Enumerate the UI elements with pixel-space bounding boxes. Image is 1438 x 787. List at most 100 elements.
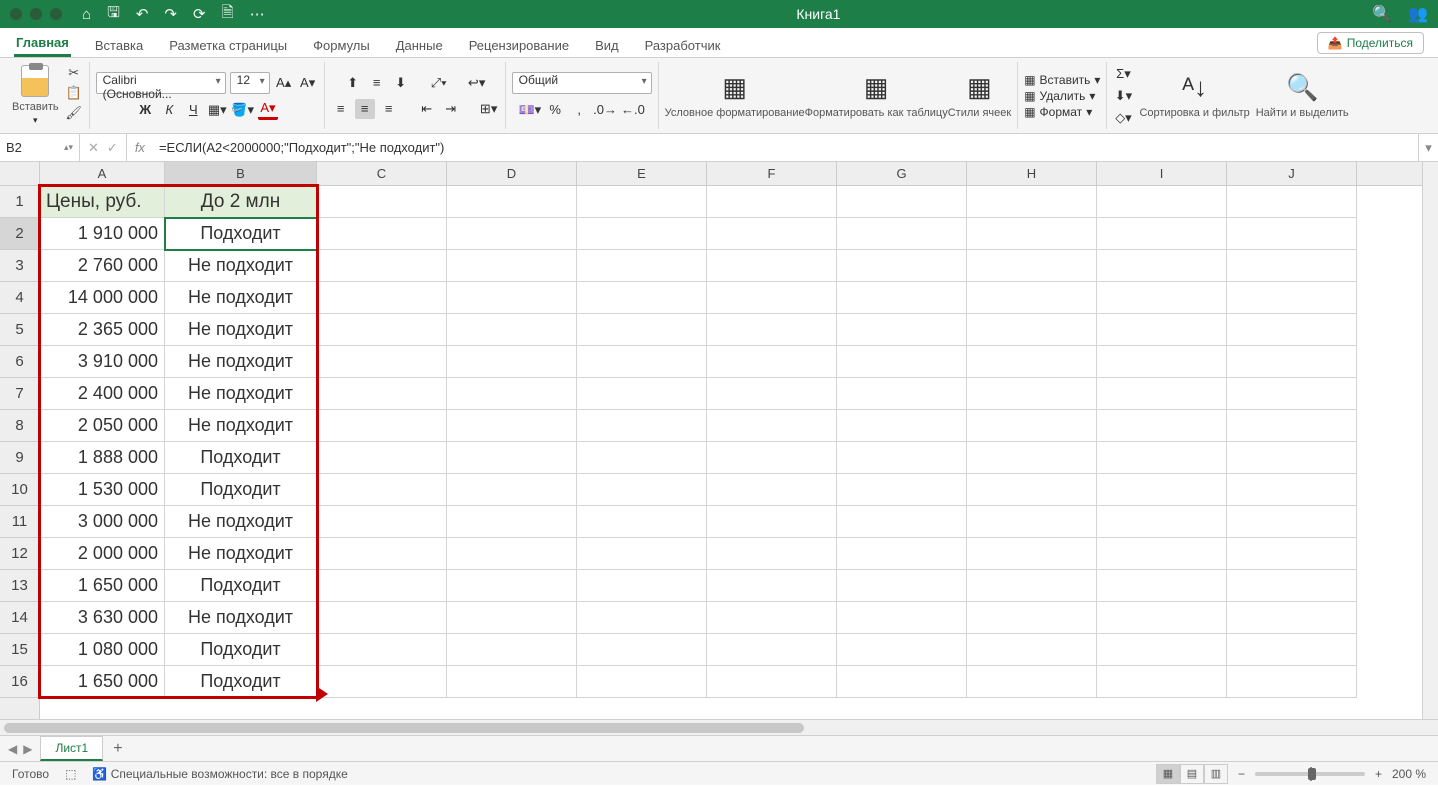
cell-A13[interactable]: 1 650 000 xyxy=(40,570,165,602)
sheet-prev-icon[interactable]: ◀ xyxy=(8,742,17,756)
more-icon[interactable]: ⋯ xyxy=(250,5,265,23)
tab-developer[interactable]: Разработчик xyxy=(643,32,723,57)
col-header-F[interactable]: F xyxy=(707,162,837,185)
row-header-8[interactable]: 8 xyxy=(0,410,39,442)
zoom-out-icon[interactable]: − xyxy=(1238,767,1245,781)
cell-A12[interactable]: 2 000 000 xyxy=(40,538,165,570)
cell-A15[interactable]: 1 080 000 xyxy=(40,634,165,666)
select-all-corner[interactable] xyxy=(0,162,40,186)
cell-I4[interactable] xyxy=(1097,282,1227,314)
cell-C1[interactable] xyxy=(317,186,447,218)
col-header-D[interactable]: D xyxy=(447,162,577,185)
cell-C15[interactable] xyxy=(317,634,447,666)
name-box[interactable]: B2▴▾ xyxy=(0,134,80,161)
cell-D10[interactable] xyxy=(447,474,577,506)
cell-J11[interactable] xyxy=(1227,506,1357,538)
cell-J4[interactable] xyxy=(1227,282,1357,314)
page-break-icon[interactable]: ▥ xyxy=(1204,764,1228,784)
cell-B13[interactable]: Подходит xyxy=(165,570,317,602)
row-header-3[interactable]: 3 xyxy=(0,250,39,282)
row-header-12[interactable]: 12 xyxy=(0,538,39,570)
cell-C9[interactable] xyxy=(317,442,447,474)
cell-F5[interactable] xyxy=(707,314,837,346)
row-header-5[interactable]: 5 xyxy=(0,314,39,346)
cell-H8[interactable] xyxy=(967,410,1097,442)
tab-insert[interactable]: Вставка xyxy=(93,32,145,57)
format-cells-button[interactable]: ▦ Формат ▾ xyxy=(1024,105,1100,119)
share-icon[interactable]: 👥 xyxy=(1408,4,1428,24)
cell-D1[interactable] xyxy=(447,186,577,218)
cell-E9[interactable] xyxy=(577,442,707,474)
cell-B8[interactable]: Не подходит xyxy=(165,410,317,442)
col-header-J[interactable]: J xyxy=(1227,162,1357,185)
cell-D14[interactable] xyxy=(447,602,577,634)
cell-J10[interactable] xyxy=(1227,474,1357,506)
cell-I2[interactable] xyxy=(1097,218,1227,250)
cell-G13[interactable] xyxy=(837,570,967,602)
cell-F11[interactable] xyxy=(707,506,837,538)
cell-I8[interactable] xyxy=(1097,410,1227,442)
close-dot[interactable] xyxy=(10,8,22,20)
cell-J3[interactable] xyxy=(1227,250,1357,282)
cell-D4[interactable] xyxy=(447,282,577,314)
cell-B9[interactable]: Подходит xyxy=(165,442,317,474)
horizontal-scrollbar[interactable] xyxy=(0,719,1438,735)
macro-icon[interactable]: ⬚ xyxy=(65,767,76,781)
cell-A4[interactable]: 14 000 000 xyxy=(40,282,165,314)
cell-F8[interactable] xyxy=(707,410,837,442)
tab-formulas[interactable]: Формулы xyxy=(311,32,372,57)
increase-indent-icon[interactable]: ⇥ xyxy=(441,99,461,119)
orientation-icon[interactable]: ⤢▾ xyxy=(429,73,449,93)
cell-B11[interactable]: Не подходит xyxy=(165,506,317,538)
cell-A16[interactable]: 1 650 000 xyxy=(40,666,165,698)
cell-C5[interactable] xyxy=(317,314,447,346)
confirm-formula-icon[interactable]: ✓ xyxy=(107,140,118,156)
cell-A1[interactable]: Цены, руб. xyxy=(40,186,165,218)
tab-layout[interactable]: Разметка страницы xyxy=(167,32,289,57)
font-name-select[interactable]: Calibri (Основной... xyxy=(96,72,226,94)
cell-F14[interactable] xyxy=(707,602,837,634)
currency-icon[interactable]: 💷▾ xyxy=(518,100,541,120)
row-header-13[interactable]: 13 xyxy=(0,570,39,602)
cell-B6[interactable]: Не подходит xyxy=(165,346,317,378)
cell-F7[interactable] xyxy=(707,378,837,410)
cell-J2[interactable] xyxy=(1227,218,1357,250)
format-painter-icon[interactable]: 🖌 xyxy=(65,105,83,121)
cell-D2[interactable] xyxy=(447,218,577,250)
tab-review[interactable]: Рецензирование xyxy=(467,32,571,57)
cell-C11[interactable] xyxy=(317,506,447,538)
merge-icon[interactable]: ⊞▾ xyxy=(479,99,499,119)
cell-F1[interactable] xyxy=(707,186,837,218)
page-layout-icon[interactable]: ▤ xyxy=(1180,764,1204,784)
cell-H2[interactable] xyxy=(967,218,1097,250)
number-format-select[interactable]: Общий xyxy=(512,72,652,94)
cell-I12[interactable] xyxy=(1097,538,1227,570)
share-button[interactable]: 📤 Поделиться xyxy=(1317,32,1424,54)
cell-C10[interactable] xyxy=(317,474,447,506)
cell-F12[interactable] xyxy=(707,538,837,570)
cell-A6[interactable]: 3 910 000 xyxy=(40,346,165,378)
row-header-11[interactable]: 11 xyxy=(0,506,39,538)
cell-I7[interactable] xyxy=(1097,378,1227,410)
clear-icon[interactable]: ◇▾ xyxy=(1113,108,1133,128)
cell-C3[interactable] xyxy=(317,250,447,282)
fill-icon[interactable]: ⬇▾ xyxy=(1113,86,1133,106)
tab-view[interactable]: Вид xyxy=(593,32,621,57)
cell-E13[interactable] xyxy=(577,570,707,602)
align-bottom-icon[interactable]: ⬇ xyxy=(391,73,411,93)
cell-J16[interactable] xyxy=(1227,666,1357,698)
cell-A11[interactable]: 3 000 000 xyxy=(40,506,165,538)
align-right-icon[interactable]: ≡ xyxy=(379,99,399,119)
col-header-G[interactable]: G xyxy=(837,162,967,185)
cell-D11[interactable] xyxy=(447,506,577,538)
cell-A2[interactable]: 1 910 000 xyxy=(40,218,165,250)
format-table-button[interactable]: ▦ Форматировать как таблицу xyxy=(805,72,948,119)
row-header-2[interactable]: 2 xyxy=(0,218,39,250)
cell-F10[interactable] xyxy=(707,474,837,506)
cell-H3[interactable] xyxy=(967,250,1097,282)
cell-D8[interactable] xyxy=(447,410,577,442)
align-center-icon[interactable]: ≡ xyxy=(355,99,375,119)
cell-G4[interactable] xyxy=(837,282,967,314)
cell-I6[interactable] xyxy=(1097,346,1227,378)
cell-D5[interactable] xyxy=(447,314,577,346)
